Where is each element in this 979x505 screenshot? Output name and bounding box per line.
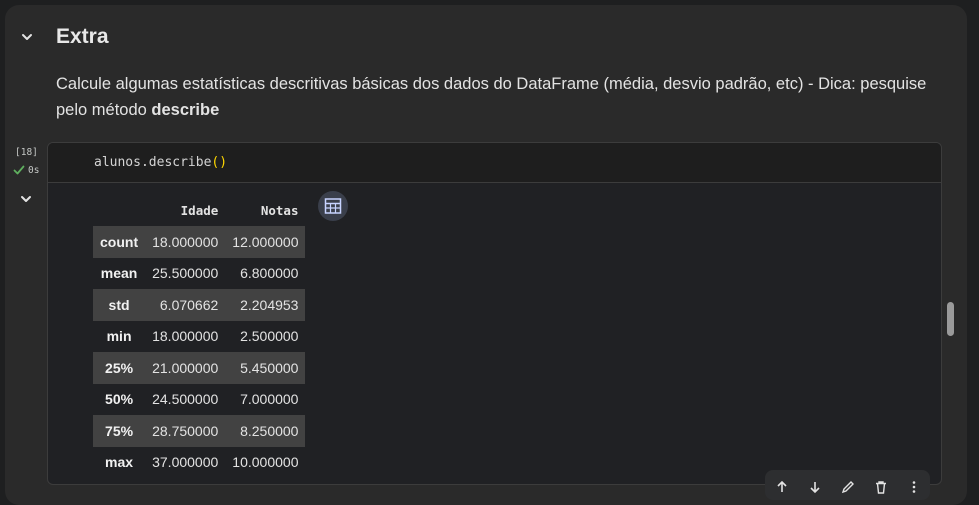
edit-icon	[841, 481, 854, 494]
row-label: 50%	[105, 391, 134, 408]
cell-idade: 6.070662	[159, 296, 219, 313]
edit-button[interactable]	[840, 479, 856, 495]
row-label: count	[100, 233, 139, 250]
execution-count: [18]	[15, 147, 38, 158]
execution-time: 0s	[28, 164, 40, 176]
arrow-down-icon	[809, 482, 820, 494]
cell-notas: 12.000000	[232, 233, 299, 250]
chevron-down-icon	[21, 196, 31, 202]
table-row: mean 25.500000 6.800000	[93, 258, 305, 290]
cell-notas: 6.800000	[240, 265, 299, 282]
cell-notas: 7.000000	[240, 391, 299, 408]
cell-idade: 37.000000	[152, 454, 219, 471]
move-up-button[interactable]	[774, 479, 790, 495]
column-header-idade: Idade	[180, 202, 219, 218]
cell-toolbar	[765, 470, 930, 500]
table-header-row: Idade Notas	[93, 194, 305, 226]
delete-button[interactable]	[873, 479, 889, 495]
output-collapse-toggle[interactable]	[17, 190, 35, 208]
column-header-notas: Notas	[260, 202, 299, 218]
cell-idade: 24.500000	[152, 391, 219, 408]
cell-notas: 5.450000	[240, 359, 299, 376]
table-row: std 6.070662 2.204953	[93, 289, 306, 321]
cell-notas: 10.000000	[232, 454, 299, 471]
more-icon	[912, 481, 915, 493]
cell-notas: 2.204953	[240, 296, 299, 313]
table-row: 75% 28.750000 8.250000	[93, 415, 306, 447]
row-label: min	[106, 328, 132, 345]
table-row: min 18.000000 2.500000	[93, 321, 305, 353]
row-label: 75%	[105, 422, 134, 439]
text-cell[interactable]: Calcule algumas estatísticas descritivas…	[56, 71, 936, 123]
row-label: 25%	[105, 359, 134, 376]
section-collapse-toggle[interactable]	[18, 28, 36, 46]
cell-notas: 2.500000	[240, 328, 299, 345]
cell-idade: 18.000000	[152, 233, 219, 250]
delete-icon	[875, 481, 886, 494]
table-row: 50% 24.500000 7.000000	[93, 384, 305, 416]
column-header-index	[93, 194, 145, 226]
scrollbar-thumb[interactable]	[947, 302, 954, 336]
check-icon	[13, 165, 25, 175]
code-expression: alunos.describe	[94, 155, 212, 170]
code-cell: alunos.describe() Idade Notas count 18.00…	[47, 142, 942, 485]
table-icon	[324, 198, 342, 214]
arrow-up-icon	[776, 480, 787, 492]
table-row: count 18.000000 12.000000	[93, 226, 306, 258]
cell-notas: 8.250000	[240, 422, 299, 439]
table-row: max 37.000000 10.000000	[93, 447, 305, 479]
text-cell-bold: describe	[151, 101, 220, 119]
convert-to-interactive-table-button[interactable]	[318, 191, 348, 221]
code-editor[interactable]: alunos.describe()	[48, 143, 941, 183]
more-options-button[interactable]	[906, 479, 922, 495]
cell-idade: 28.750000	[152, 422, 219, 439]
cell-idade: 21.000000	[152, 359, 219, 376]
row-label: max	[105, 454, 134, 471]
move-down-button[interactable]	[807, 479, 823, 495]
execution-status: 0s	[13, 164, 39, 176]
cell-idade: 18.000000	[152, 328, 219, 345]
section-title: Extra	[56, 25, 109, 48]
chevron-down-icon	[22, 34, 32, 40]
code-line: alunos.describe()	[94, 155, 227, 170]
row-label: mean	[100, 265, 138, 282]
cell-idade: 25.500000	[152, 265, 219, 282]
dataframe-table: Idade Notas count 18.000000 12.000000 mean…	[93, 194, 306, 479]
table-row: 25% 21.000000 5.450000	[93, 352, 306, 384]
code-parens: ()	[211, 155, 228, 170]
row-label: std	[108, 296, 130, 313]
